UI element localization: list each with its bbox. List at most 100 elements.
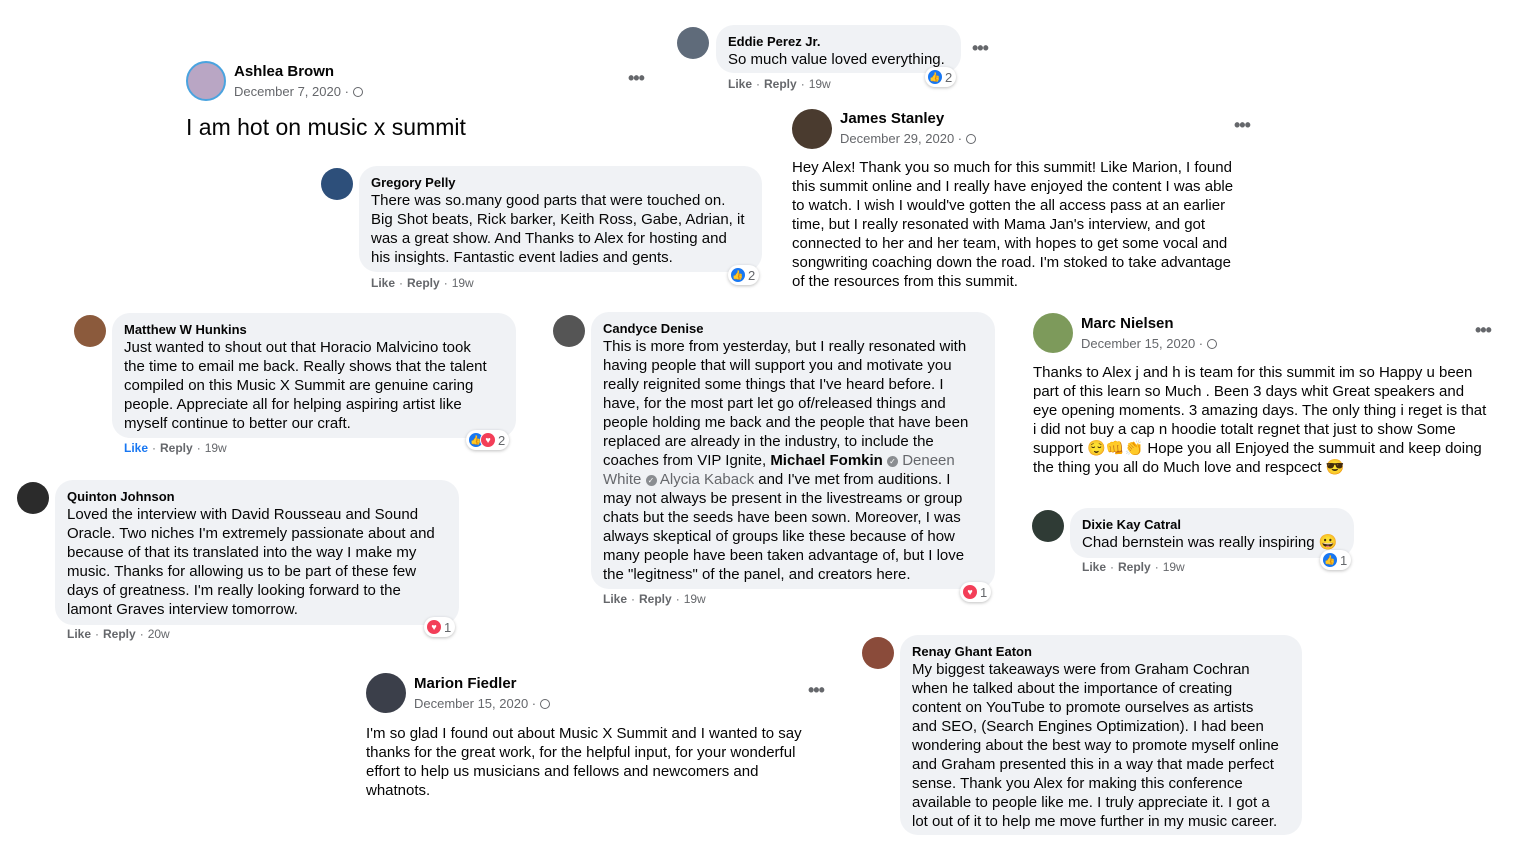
- like-link[interactable]: Like: [371, 276, 395, 290]
- poster-name[interactable]: Marc Nielsen: [1081, 315, 1174, 332]
- comment-age[interactable]: 19w: [809, 77, 831, 91]
- reply-link[interactable]: Reply: [764, 77, 797, 91]
- comment-bubble: Quinton Johnson Loved the interview with…: [55, 480, 459, 625]
- reaction-count[interactable]: 👍 1: [1320, 550, 1352, 570]
- love-reaction-icon: ♥: [480, 432, 496, 448]
- reaction-count[interactable]: ♥ 1: [960, 582, 992, 602]
- comment-actions: Like · Reply · 19w: [124, 441, 227, 455]
- comment-text: This is more from yesterday, but I reall…: [603, 337, 983, 584]
- avatar[interactable]: [792, 109, 832, 149]
- commenter-name[interactable]: Candyce Denise: [603, 320, 983, 337]
- commenter-name[interactable]: Dixie Kay Catral: [1082, 516, 1342, 533]
- reply-link[interactable]: Reply: [103, 627, 136, 641]
- more-options-icon[interactable]: •••: [1475, 320, 1492, 341]
- poster-name[interactable]: Marion Fiedler: [414, 675, 517, 692]
- comment-bubble: Matthew W Hunkins Just wanted to shout o…: [112, 313, 516, 438]
- comment-age[interactable]: 19w: [1163, 560, 1185, 574]
- more-options-icon[interactable]: •••: [808, 680, 825, 701]
- commenter-name[interactable]: Renay Ghant Eaton: [912, 643, 1290, 660]
- comment-text: Loved the interview with David Rousseau …: [67, 506, 435, 618]
- avatar[interactable]: [321, 168, 353, 200]
- more-options-icon[interactable]: •••: [972, 38, 989, 59]
- like-reaction-icon: 👍: [1322, 552, 1338, 568]
- commenter-name[interactable]: Quinton Johnson: [67, 488, 447, 505]
- post-text: Thanks to Alex j and h is team for this …: [1033, 364, 1487, 476]
- avatar[interactable]: [74, 315, 106, 347]
- comment-actions: Like · Reply · 19w: [371, 276, 474, 290]
- post-text: I'm so glad I found out about Music X Su…: [366, 725, 802, 799]
- poster-name[interactable]: James Stanley: [840, 110, 944, 127]
- reply-link[interactable]: Reply: [160, 441, 193, 455]
- comment-age[interactable]: 20w: [148, 627, 170, 641]
- like-reaction-icon: 👍: [927, 69, 943, 85]
- love-reaction-icon: ♥: [962, 584, 978, 600]
- avatar[interactable]: [1033, 313, 1073, 353]
- avatar[interactable]: [677, 27, 709, 59]
- reaction-count[interactable]: 👍 2: [728, 265, 760, 285]
- like-link[interactable]: Like: [124, 441, 148, 455]
- avatar[interactable]: [186, 61, 226, 101]
- reaction-number: 1: [980, 584, 988, 600]
- verified-icon: ✓: [887, 456, 899, 467]
- comment-bubble: Candyce Denise This is more from yesterd…: [591, 312, 995, 589]
- avatar[interactable]: [862, 637, 894, 669]
- comment-text: So much value loved everything.: [728, 51, 945, 68]
- comment-actions: Like · Reply · 19w: [728, 77, 831, 91]
- comment-text-part: and I've met from auditions. I may not a…: [603, 471, 965, 583]
- comment-bubble: Gregory Pelly There was so.many good par…: [359, 166, 762, 272]
- reaction-number: 2: [498, 432, 506, 448]
- comment-bubble: Dixie Kay Catral Chad bernstein was real…: [1070, 508, 1354, 558]
- comment-text-part: This is more from yesterday, but I reall…: [603, 338, 969, 469]
- comment-bubble: Eddie Perez Jr. So much value loved ever…: [716, 25, 961, 73]
- globe-icon: [966, 134, 977, 144]
- more-options-icon[interactable]: •••: [628, 68, 645, 89]
- post-date[interactable]: December 7, 2020 ·: [234, 84, 363, 99]
- reaction-count[interactable]: ♥ 1: [424, 617, 456, 637]
- poster-name[interactable]: Ashlea Brown: [234, 63, 334, 80]
- comment-age[interactable]: 19w: [205, 441, 227, 455]
- post-text: Hey Alex! Thank you so much for this sum…: [792, 159, 1234, 290]
- post-date[interactable]: December 15, 2020 ·: [1081, 336, 1218, 351]
- reaction-number: 1: [1340, 552, 1348, 568]
- globe-icon: [540, 699, 551, 709]
- comment-text: My biggest takeaways were from Graham Co…: [912, 661, 1279, 830]
- avatar[interactable]: [1032, 510, 1064, 542]
- like-link[interactable]: Like: [728, 77, 752, 91]
- reaction-count[interactable]: 👍 ♥ 2: [466, 430, 510, 450]
- comment-actions: Like · Reply · 20w: [67, 627, 170, 641]
- comment-actions: Like · Reply · 19w: [603, 592, 706, 606]
- mention-link[interactable]: Michael Fomkin: [770, 452, 883, 469]
- verified-icon: ✓: [645, 475, 657, 486]
- reaction-count[interactable]: 👍 2: [925, 67, 957, 87]
- avatar[interactable]: [366, 673, 406, 713]
- like-link[interactable]: Like: [1082, 560, 1106, 574]
- post-date-text: December 15, 2020 ·: [1081, 336, 1204, 351]
- avatar[interactable]: [17, 482, 49, 514]
- more-options-icon[interactable]: •••: [1234, 115, 1251, 136]
- commenter-name[interactable]: Eddie Perez Jr.: [728, 33, 949, 50]
- globe-icon: [1207, 339, 1218, 349]
- commenter-name[interactable]: Matthew W Hunkins: [124, 321, 504, 338]
- commenter-name[interactable]: Gregory Pelly: [371, 174, 750, 191]
- like-link[interactable]: Like: [67, 627, 91, 641]
- post-date-text: December 29, 2020 ·: [840, 131, 963, 146]
- reply-link[interactable]: Reply: [639, 592, 672, 606]
- reply-link[interactable]: Reply: [407, 276, 440, 290]
- post-date-text: December 15, 2020 ·: [414, 696, 537, 711]
- comment-text: Chad bernstein was really inspiring 😀: [1082, 534, 1338, 551]
- mention-link[interactable]: Alycia Kaback: [660, 471, 754, 488]
- avatar[interactable]: [553, 315, 585, 347]
- comment-age[interactable]: 19w: [452, 276, 474, 290]
- reply-link[interactable]: Reply: [1118, 560, 1151, 574]
- reaction-number: 1: [444, 619, 452, 635]
- post-text: I am hot on music x summit: [186, 114, 466, 140]
- like-link[interactable]: Like: [603, 592, 627, 606]
- comment-actions: Like · Reply · 19w: [1082, 560, 1185, 574]
- comment-age[interactable]: 19w: [684, 592, 706, 606]
- reaction-number: 2: [748, 267, 756, 283]
- comment-bubble: Renay Ghant Eaton My biggest takeaways w…: [900, 635, 1302, 835]
- post-date[interactable]: December 29, 2020 ·: [840, 131, 977, 146]
- like-reaction-icon: 👍: [730, 267, 746, 283]
- comment-text: Just wanted to shout out that Horacio Ma…: [124, 339, 487, 432]
- post-date[interactable]: December 15, 2020 ·: [414, 696, 551, 711]
